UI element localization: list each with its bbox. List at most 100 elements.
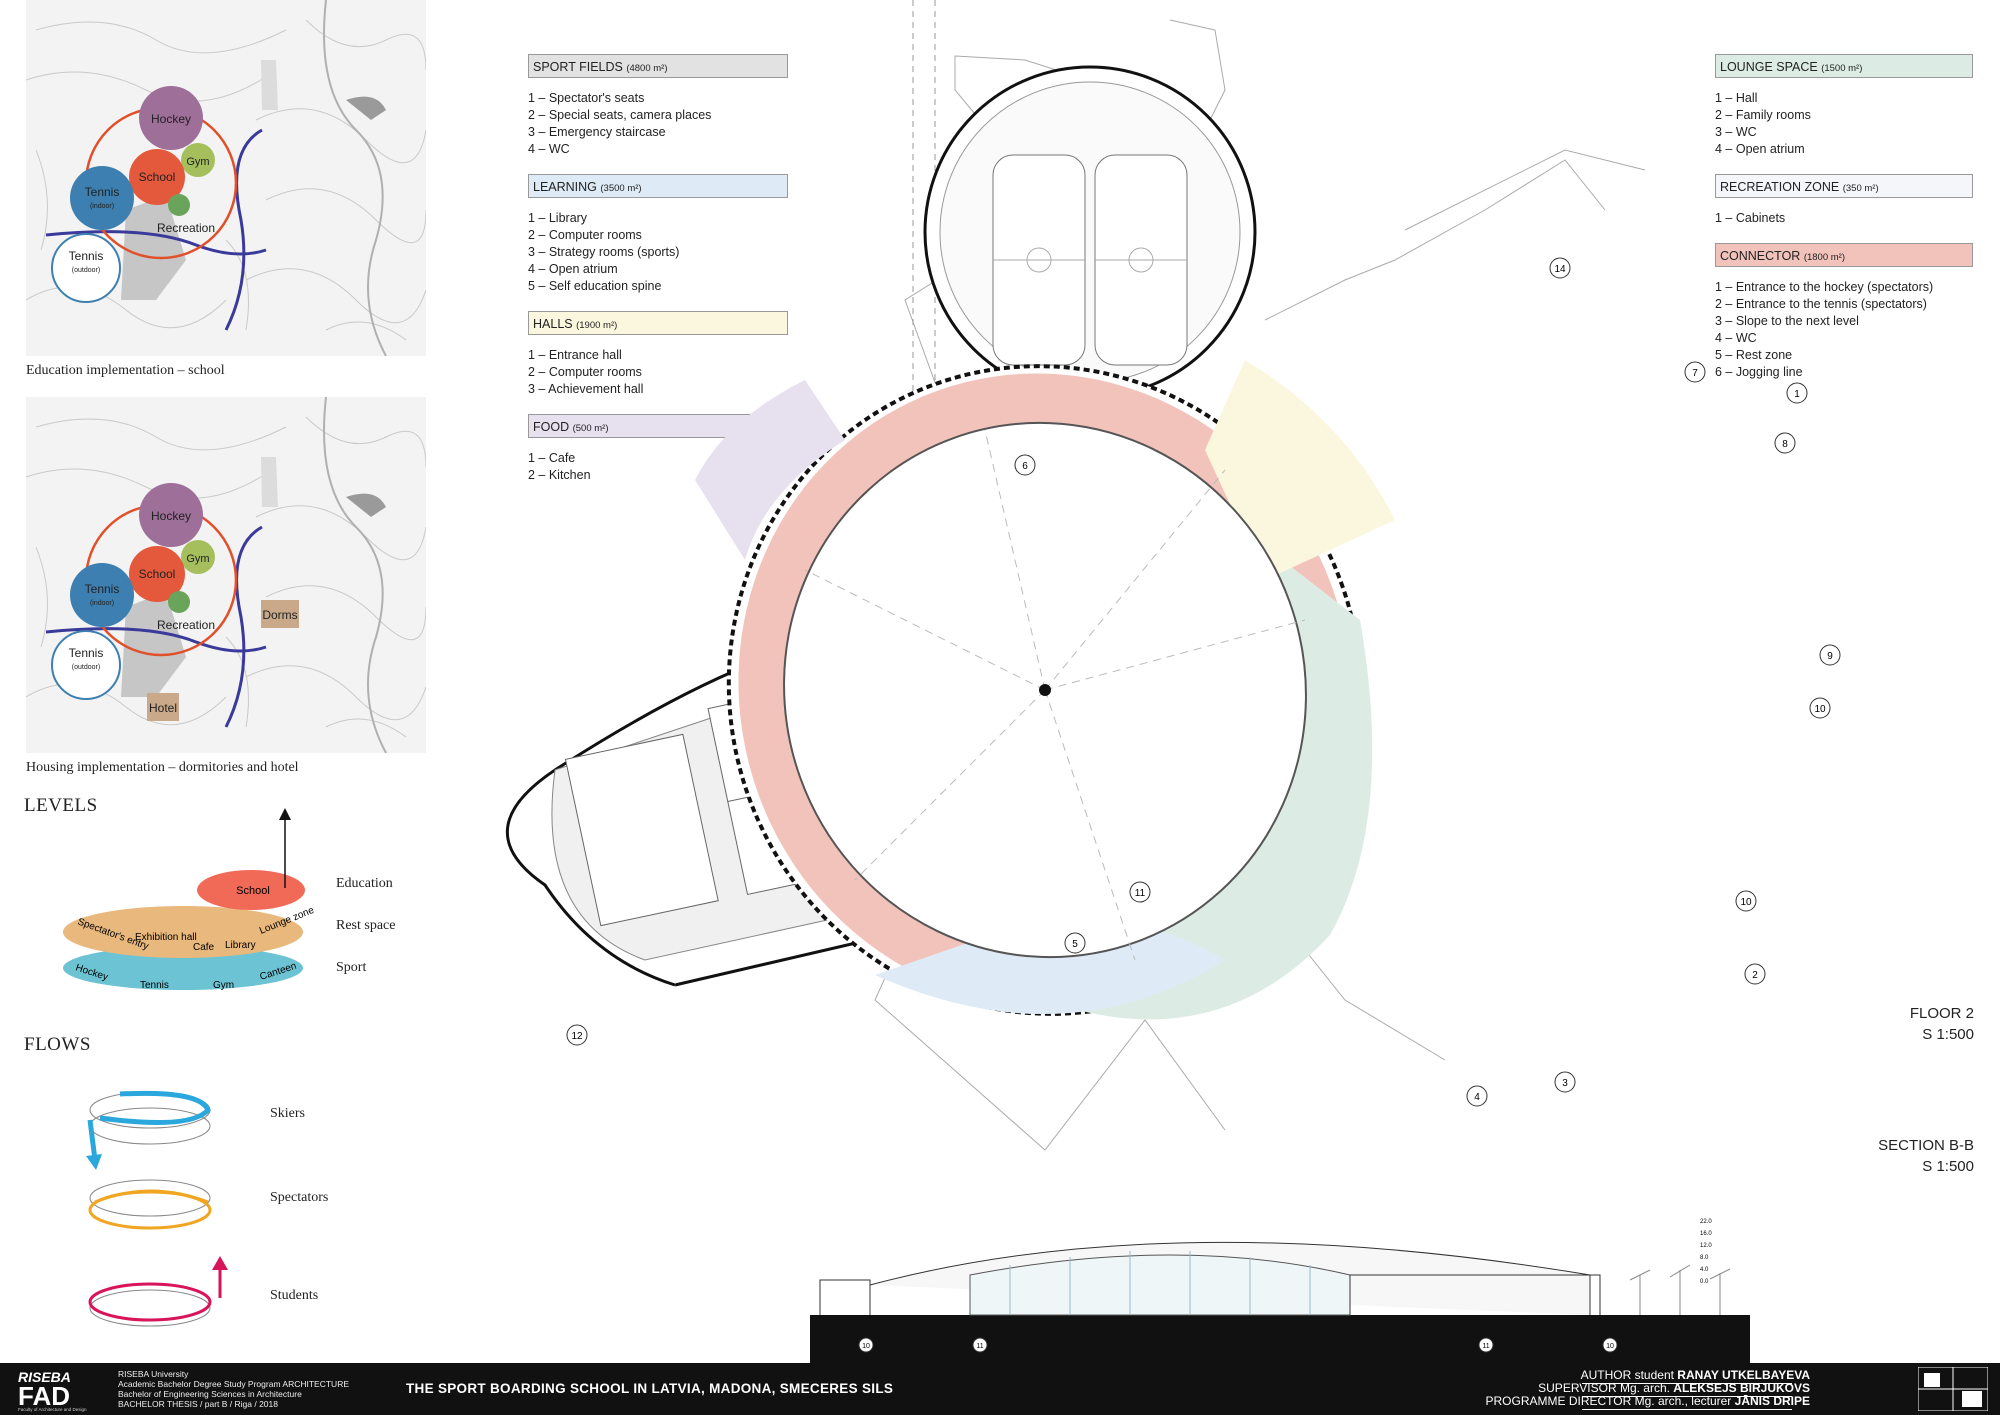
tennis-indoor-label: Tennis [85,582,120,596]
plan-callout: 10 [1735,890,1757,912]
plan-callout-label: 3 [1562,1078,1568,1089]
plan-callout: 5 [1064,932,1086,954]
plan-callout: 9 [1819,644,1841,666]
plan-callout-label: 8 [1782,439,1788,450]
education-label: Education [336,876,393,891]
rest-item: Exhibition hall [135,932,197,943]
gym-label: Gym [186,156,209,168]
plan-callout-label: 4 [1474,1092,1480,1103]
section-level-label: 22.0 [1700,1219,1712,1225]
footer: RISEBA FAD Faculty of Architecture and D… [0,1363,2000,1415]
plan-callout-label: 1 [1794,389,1800,400]
plan-callout-label: 5 [1072,939,1078,950]
flows-diagram [86,1090,228,1327]
tennis-outdoor-label: Tennis [69,249,104,263]
hockey-label: Hockey [151,509,191,523]
section-axis-label: 11 [976,1343,983,1350]
tennis-indoor-sub: (indoor) [90,600,114,607]
plan-callout: 4 [1466,1085,1488,1107]
tennis-indoor-sub: (indoor) [90,203,114,210]
plan-callout: 14 [1549,257,1571,279]
flow-label-skiers: Skiers [270,1106,305,1121]
flows-title: FLOWS [24,1034,91,1055]
section-axis-label: 10 [1606,1343,1614,1350]
section-axis: 11 [1478,1337,1494,1353]
hockey-label: Hockey [151,112,191,126]
plan-callout-label: 10 [1740,897,1752,908]
credits: AUTHOR student RANAY UTKELBAYEVA SUPERVI… [1485,1368,1810,1408]
floor-scale: S 1:500 [1922,1026,1974,1043]
site-map-school-drawing: Hockey Gym School Recreation Tennis (ind… [26,0,426,356]
floor-title: FLOOR 2 [1909,1005,1974,1022]
fad-logo-text: FAD [18,1381,70,1411]
recreation-label: Recreation [157,221,215,235]
plan-callout-label: 11 [1135,888,1146,899]
gym-label: Gym [186,553,209,565]
plan-callout: 12 [566,1024,588,1046]
skiers-flow [86,1090,211,1170]
sport-item: Tennis [140,980,169,991]
site-map-housing-drawing: Hockey Gym School Recreation Tennis (ind… [26,397,426,753]
school-label: School [139,170,176,184]
tennis-outdoor-label: Tennis [69,646,104,660]
rest-space-label: Rest space [336,918,396,933]
school-label: School [139,567,176,581]
fad-logo-subtext: Faculty of Architecture and Design [18,1407,87,1412]
section-level-label: 0.0 [1700,1279,1709,1285]
section-axis-label: 11 [1482,1343,1489,1350]
plan-callout-label: 9 [1827,651,1833,662]
tennis-indoor-label: Tennis [85,185,120,199]
sport-item: Gym [213,980,234,991]
section-level-label: 16.0 [1700,1231,1712,1237]
plan-callout-label: 14 [1554,264,1566,275]
flow-label-students: Students [270,1288,319,1303]
plan-callout: 10 [1809,697,1831,719]
plan-callout: 1 [1786,382,1808,404]
hotel-label: Hotel [149,701,177,715]
sport-label: Sport [336,960,367,975]
plan-callout: 8 [1774,432,1796,454]
plan-callout-label: 2 [1752,970,1758,981]
section-axis: 10 [858,1337,874,1353]
tennis-outdoor-sub: (outdoor) [72,267,100,274]
section-title: SECTION B-B [1878,1137,1974,1154]
floor-plan: 123456789101011121314 [506,0,1841,1151]
rest-item: Library [225,940,256,951]
dorms-label: Dorms [262,608,297,622]
map1-caption: Education implementation – school [26,363,225,378]
plan-callout: 11 [1129,881,1151,903]
spectators-flow [88,1179,212,1230]
recreation-label: Recreation [157,618,215,632]
plan-callout: 7 [1684,361,1706,383]
tennis-outdoor-sub: (outdoor) [72,664,100,671]
site-map-housing: Hockey Gym School Recreation Tennis (ind… [26,397,426,753]
plan-callout: 3 [1554,1071,1576,1093]
site-map-school: Hockey Gym School Recreation Tennis (ind… [26,0,426,356]
plan-callout: 6 [1014,454,1036,476]
university-info: RISEBA University Academic Bachelor Degr… [118,1369,349,1409]
plan-callout: 2 [1744,963,1766,985]
plan-callout-label: 12 [571,1031,583,1042]
hockey-arena [923,65,1257,399]
section-axis: 10 [1602,1337,1618,1353]
section-axis: 11 [972,1337,988,1353]
map2-caption: Housing implementation – dormitories and… [26,760,299,775]
section-level-label: 4.0 [1700,1267,1709,1273]
main-ring-building [695,360,1395,1020]
plan-callout-label: 6 [1022,461,1028,472]
recreation-bubble [168,194,190,216]
sheet-index-icon [1918,1367,1988,1411]
section-scale-block: SECTION B-B S 1:500 [1878,1135,1974,1177]
section-drawing: 22.0 16.0 12.0 8.0 4.0 0.0 10 11 11 10 [810,1219,1750,1363]
rest-item: Cafe [193,942,215,953]
plan-callout-label: 10 [1814,704,1826,715]
school-level-label: School [236,885,270,897]
flow-label-spectators: Spectators [270,1190,329,1205]
levels-diagram: School Spectator's entry Exhibition hall… [63,808,315,991]
section-scale: S 1:500 [1922,1158,1974,1175]
section-axis-label: 10 [862,1343,870,1350]
students-flow [88,1256,228,1327]
plan-callout-label: 7 [1692,368,1698,379]
section-level-label: 12.0 [1700,1243,1712,1249]
section-level-label: 8.0 [1700,1255,1709,1261]
